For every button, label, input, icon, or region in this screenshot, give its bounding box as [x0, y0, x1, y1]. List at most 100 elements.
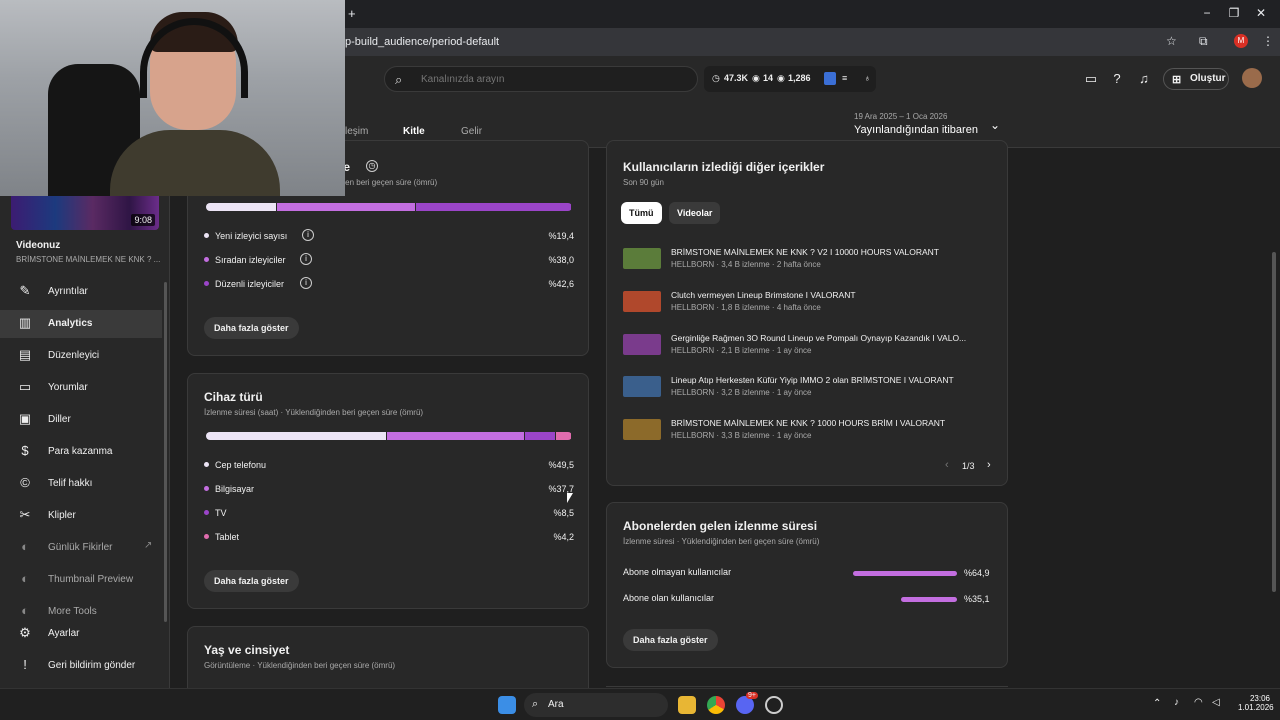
info-icon[interactable]: i	[302, 229, 314, 241]
sidebar-scrollbar[interactable]	[164, 282, 167, 622]
app-icon[interactable]	[765, 696, 783, 714]
video-meta: HELLBORN · 3,4 B izlenme · 2 hafta önce	[671, 260, 821, 269]
legend-label: Cep telefonu	[215, 460, 267, 470]
filter-all[interactable]: Tümü	[621, 202, 662, 224]
clock[interactable]: 23:06 1.01.2026	[1238, 694, 1274, 712]
chevron-down-icon[interactable]: ⌄	[990, 118, 1000, 132]
chevron-up-icon[interactable]: ⌃	[1153, 698, 1161, 709]
sidebar-item-settings[interactable]: ⚙ Ayarlar	[0, 620, 162, 648]
menu-icon[interactable]: ⋮	[1262, 34, 1274, 48]
sidebar-item-details[interactable]: ✎ Ayrıntılar	[0, 278, 162, 306]
video-title: BRİMSTONE MAİNLEMEK NE KNK ? V2 I 10000 …	[671, 247, 939, 257]
comment-icon[interactable]: ▭	[1082, 71, 1100, 89]
sidebar-item-editor[interactable]: ▤ Düzenleyici	[0, 342, 162, 370]
sidebar-item-feedback[interactable]: ! Geri bildirim gönder	[0, 652, 162, 680]
chart-icon: ▥	[18, 315, 32, 330]
speaker-icon[interactable]: ◁	[1212, 697, 1220, 708]
search-box[interactable]: ⌕	[384, 66, 698, 92]
sidebar-item-label: Ayarlar	[48, 628, 80, 639]
extension-icon[interactable]	[824, 72, 836, 85]
tab-engagement[interactable]: leşim	[345, 126, 368, 137]
show-more-button[interactable]: Daha fazla göster	[204, 317, 299, 339]
notification-badge: 9+	[746, 692, 758, 699]
legend-row[interactable]: Düzenli izleyiciler i %42,6	[204, 277, 574, 293]
url-text[interactable]: p-build_audience/period-default	[345, 36, 499, 48]
maximize-icon[interactable]: ❐	[1225, 6, 1243, 22]
card-title: Yaş ve cinsiyet	[204, 643, 290, 657]
folder-icon[interactable]	[678, 696, 696, 714]
editor-icon: ▤	[18, 347, 32, 362]
device-card: Cihaz türü İzlenme süresi (saat) · Yükle…	[187, 373, 589, 609]
list-icon[interactable]: ≡	[842, 73, 847, 83]
chrome-icon[interactable]	[707, 696, 725, 714]
extension-icon: ◐	[21, 571, 29, 586]
stats-widget[interactable]: ◷ 47.3K ◉ 14 ◉ 1,286 ≡ ♁	[704, 66, 876, 92]
trophy-icon[interactable]: ♁	[864, 73, 871, 83]
filter-videos[interactable]: Videolar	[669, 202, 721, 224]
sidebar-item-comments[interactable]: ▭ Yorumlar	[0, 374, 162, 402]
list-item[interactable]: BRİMSTONE MAİNLEMEK NE KNK ? V2 I 10000 …	[623, 242, 993, 274]
viewers-stacked-bar[interactable]	[206, 203, 572, 211]
new-tab-button[interactable]: +	[348, 6, 356, 21]
bar-segment	[556, 432, 571, 440]
profile-avatar[interactable]: M	[1234, 34, 1248, 48]
sidebar-item-languages[interactable]: ▣ Diller	[0, 406, 162, 434]
legend-label: Tablet	[215, 532, 240, 542]
create-button[interactable]: ⊞ Oluştur	[1163, 68, 1229, 90]
sidebar-item-monetization[interactable]: $ Para kazanma	[0, 438, 162, 466]
wifi-icon[interactable]: ◠	[1194, 697, 1203, 708]
taskbar-search[interactable]: ⌕ Ara	[524, 693, 668, 717]
info-icon[interactable]: i	[300, 253, 312, 265]
legend-row[interactable]: TV %8,5	[204, 506, 574, 522]
sidebar-item-copyright[interactable]: © Telif hakkı	[0, 470, 162, 498]
legend-row[interactable]: Sıradan izleyiciler i %38,0	[204, 253, 574, 269]
chevron-right-icon[interactable]: ›	[987, 459, 991, 471]
legend-row[interactable]: Cep telefonu %49,5	[204, 458, 574, 474]
video-title[interactable]: BRİMSTONE MAİNLEMEK NE KNK ? ...	[16, 255, 160, 264]
sidebar-item-analytics[interactable]: ▥ Analytics	[0, 310, 162, 338]
page-scrollbar[interactable]	[1272, 252, 1276, 592]
search-input[interactable]	[421, 71, 681, 88]
show-more-button[interactable]: Daha fazla göster	[204, 570, 299, 592]
video-thumbnail	[623, 334, 661, 355]
help-icon[interactable]: ?	[1108, 71, 1126, 89]
bar-segment	[206, 203, 276, 211]
sidebar-item-daily-ideas[interactable]: ◐ Günlük Fikirler ↗	[0, 534, 162, 562]
extensions-icon[interactable]: ⧉	[1199, 34, 1208, 49]
taskbar-search-label: Ara	[548, 699, 564, 710]
close-icon[interactable]: ✕	[1252, 6, 1270, 22]
list-item[interactable]: Gerginliğe Rağmen 3O Round Lineup ve Pom…	[623, 328, 993, 360]
sidebar-item-thumbnail-preview[interactable]: ◐ Thumbnail Preview	[0, 566, 162, 594]
sidebar-item-label: More Tools	[48, 606, 97, 617]
eye-icon: ◉	[777, 73, 785, 83]
video-section-label: Videonuz	[16, 240, 61, 251]
subscriber-row[interactable]: Abone olan kullanıcılar %35,1	[623, 593, 990, 607]
sidebar-item-clips[interactable]: ✂ Klipler	[0, 502, 162, 530]
stat-third: 1,286	[788, 73, 811, 83]
tab-revenue[interactable]: Gelir	[461, 126, 482, 137]
legend-dot	[204, 233, 209, 238]
row-label: Abone olmayan kullanıcılar	[623, 567, 732, 577]
tab-audience[interactable]: Kitle	[403, 126, 425, 137]
legend-row[interactable]: Tablet %4,2	[204, 530, 574, 546]
mic-icon[interactable]: ♪	[1174, 697, 1179, 708]
device-stacked-bar[interactable]	[206, 432, 572, 440]
clock-icon[interactable]: ◷	[366, 160, 378, 172]
minimize-icon[interactable]: −	[1198, 6, 1216, 22]
chevron-left-icon[interactable]: ‹	[945, 459, 949, 471]
avatar[interactable]	[1242, 68, 1262, 88]
list-item[interactable]: Clutch vermeyen Lineup Brimstone I VALOR…	[623, 285, 993, 317]
list-item[interactable]: Lineup Atıp Herkesten Küfür Yiyip IMMO 2…	[623, 370, 993, 402]
show-more-button[interactable]: Daha fazla göster	[623, 629, 718, 651]
period-label[interactable]: Yayınlandığından itibaren	[854, 124, 978, 136]
legend-row[interactable]: Yeni izleyici sayısı i %19,4	[204, 229, 574, 245]
list-item[interactable]: BRİMSTONE MAİNLEMEK NE KNK ? 1000 HOURS …	[623, 413, 993, 445]
subscriber-row[interactable]: Abone olmayan kullanıcılar %64,9	[623, 567, 990, 581]
info-icon[interactable]: i	[300, 277, 312, 289]
period-range[interactable]: 19 Ara 2025 – 1 Oca 2026	[854, 112, 947, 121]
legend-row[interactable]: Bilgisayar %37,7	[204, 482, 574, 498]
star-icon[interactable]: ☆	[1166, 34, 1177, 48]
bell-icon[interactable]: ♫	[1135, 71, 1153, 89]
webcam-overlay	[0, 0, 345, 196]
windows-start-icon[interactable]	[498, 696, 516, 714]
